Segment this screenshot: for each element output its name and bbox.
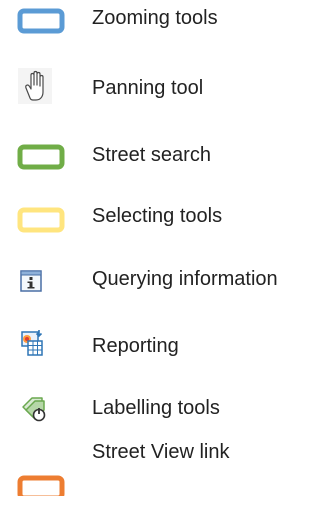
blue-rectangle-icon	[0, 0, 80, 56]
legend-item-label: Reporting	[92, 335, 179, 357]
legend-item-label: Panning tool	[92, 77, 204, 99]
legend-item-panning-tool: Panning tool	[0, 62, 328, 118]
yellow-rectangle-icon	[0, 190, 80, 246]
legend-item-label: Labelling tools	[92, 397, 220, 419]
legend-item-querying-information: Querying information	[0, 253, 328, 309]
legend-item-label: Street View link	[92, 441, 230, 463]
legend-item-street-view-link: Street View link	[0, 440, 328, 496]
orange-rectangle-icon	[0, 440, 80, 496]
legend-item-selecting-tools: Selecting tools	[0, 190, 328, 246]
legend-item-label: Querying information	[92, 268, 278, 290]
legend-item-labelling-tools: Labelling tools	[0, 380, 328, 436]
legend-item-street-search: Street search	[0, 126, 328, 182]
tool-legend: Zooming tools Panning tool Street search…	[0, 0, 328, 510]
legend-item-reporting: Reporting	[0, 316, 328, 372]
hand-icon	[0, 62, 80, 118]
green-rectangle-icon	[0, 126, 80, 182]
legend-item-label: Selecting tools	[92, 205, 223, 227]
legend-item-zooming-tools: Zooming tools	[0, 0, 328, 56]
info-icon	[0, 253, 80, 309]
legend-item-label: Street search	[92, 144, 211, 166]
legend-item-label: Zooming tools	[92, 7, 218, 29]
label-tag-icon	[0, 380, 80, 436]
report-icon	[0, 316, 80, 372]
